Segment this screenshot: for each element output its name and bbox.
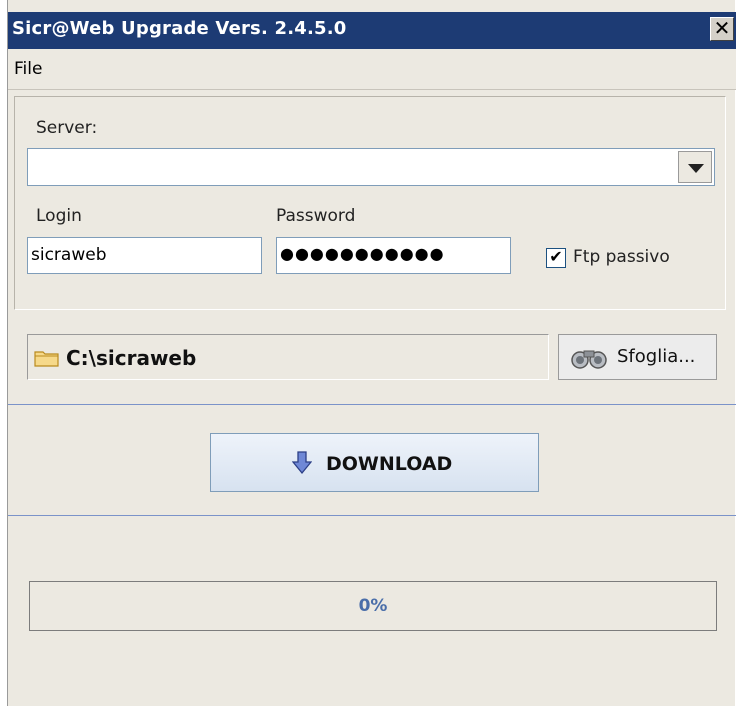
binoculars-icon — [571, 350, 607, 369]
password-label: Password — [276, 206, 356, 226]
destination-path-field[interactable]: C:\sicraweb — [27, 334, 549, 380]
window-title: Sicr@Web Upgrade Vers. 2.4.5.0 — [12, 18, 347, 39]
download-progress-bar: 0% — [29, 581, 717, 631]
connection-panel — [14, 96, 726, 310]
ftp-passive-label: Ftp passivo — [573, 247, 670, 267]
menu-file[interactable]: File — [14, 59, 42, 79]
progress-text: 0% — [358, 596, 388, 616]
server-combobox[interactable] — [27, 148, 715, 186]
ftp-passive-checkbox[interactable]: ✔ — [546, 248, 566, 268]
app-window: Sicr@Web Upgrade Vers. 2.4.5.0 ✕ File Se… — [7, 0, 736, 706]
folder-icon — [34, 351, 59, 367]
server-dropdown-button[interactable] — [678, 151, 712, 183]
separator-bottom — [8, 515, 736, 516]
browse-label: Sfoglia... — [617, 346, 696, 367]
arrow-down-icon — [292, 451, 312, 475]
close-icon: ✕ — [713, 16, 731, 40]
chevron-down-icon — [688, 164, 704, 173]
login-label: Login — [36, 206, 82, 226]
server-label: Server: — [36, 118, 98, 138]
download-label: DOWNLOAD — [326, 453, 453, 475]
destination-path: C:\sicraweb — [66, 346, 197, 370]
download-button[interactable]: DOWNLOAD — [210, 433, 539, 492]
checkmark-icon: ✔ — [549, 247, 563, 266]
login-field[interactable]: sicraweb — [27, 237, 262, 274]
browse-button[interactable]: Sfoglia... — [558, 334, 717, 380]
separator-top — [8, 404, 736, 405]
menu-bar: File — [8, 49, 736, 90]
password-field[interactable]: ●●●●●●●●●●● — [276, 237, 511, 274]
close-button[interactable]: ✕ — [710, 17, 734, 41]
title-bar[interactable]: Sicr@Web Upgrade Vers. 2.4.5.0 ✕ — [8, 12, 736, 49]
